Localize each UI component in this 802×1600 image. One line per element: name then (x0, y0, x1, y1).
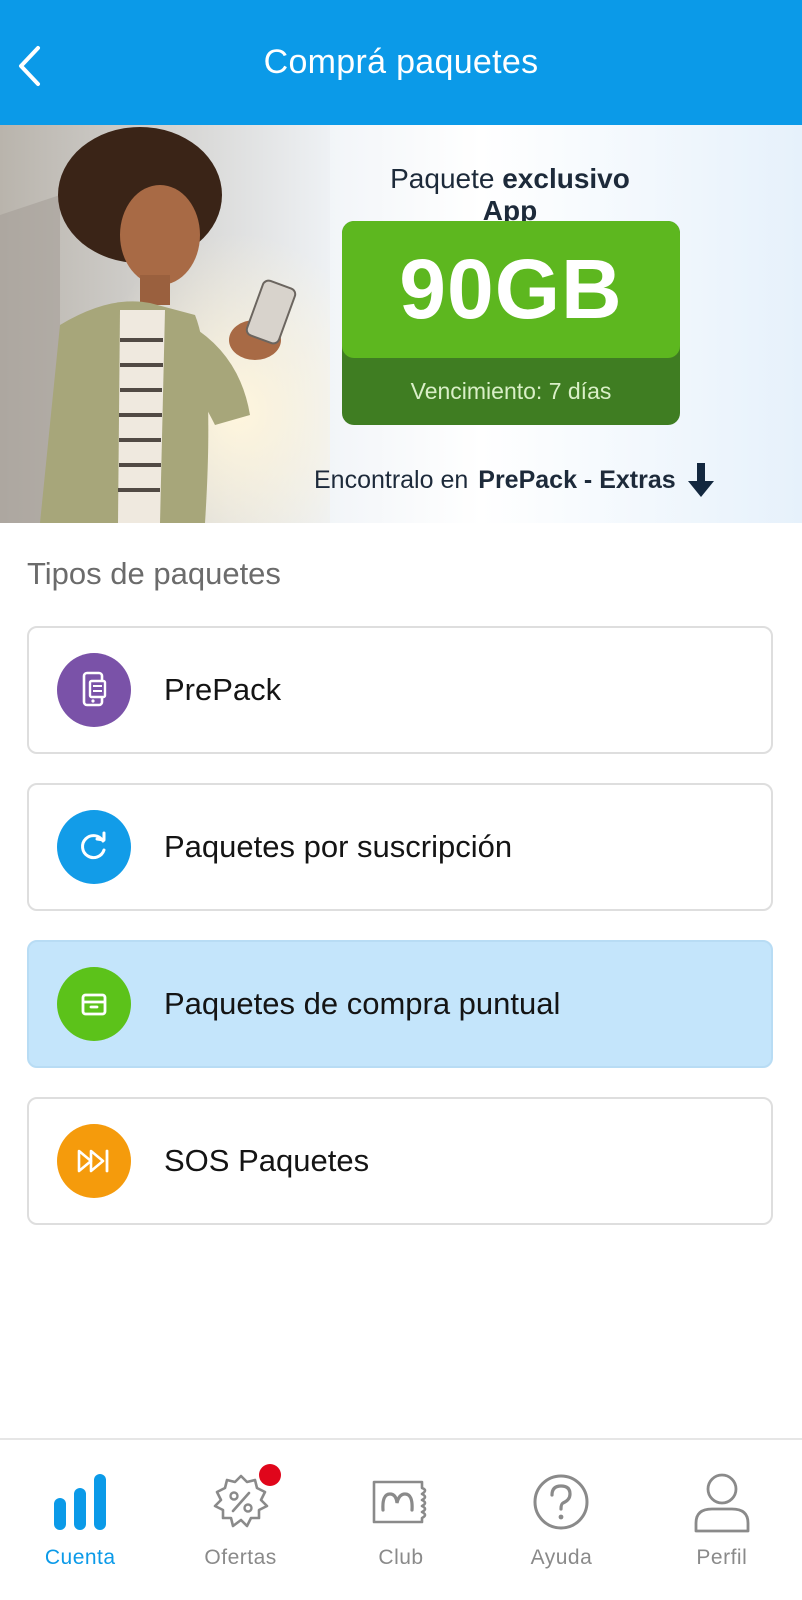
profile-icon (690, 1470, 754, 1534)
data-offer-card: 90GB Vencimiento: 7 días (342, 221, 680, 425)
refresh-icon (57, 810, 131, 884)
nav-label: Club (378, 1546, 424, 1569)
expiry-text: Vencimiento: 7 días (410, 378, 612, 404)
top-app-bar: Comprá paquetes (0, 0, 802, 125)
section-title: Tipos de paquetes (27, 556, 281, 591)
phone-document-icon (57, 653, 131, 727)
bar-chart-icon (48, 1470, 112, 1534)
bottom-navigation: Cuenta Ofertas Club Ayuda Perfil (0, 1438, 802, 1600)
data-amount: 90GB (399, 242, 623, 336)
woman-with-phone-photo (0, 125, 330, 523)
package-type-label: SOS Paquetes (164, 1143, 370, 1178)
nav-label: Ayuda (530, 1546, 593, 1569)
discount-badge-icon (209, 1464, 281, 1534)
banner-footer-prefix: Encontralo en (314, 465, 469, 494)
package-type-sos[interactable]: SOS Paquetes (27, 1097, 773, 1225)
box-icon (57, 967, 131, 1041)
nav-item-cuenta[interactable]: Cuenta (0, 1440, 160, 1600)
help-icon (529, 1470, 593, 1534)
nav-label: Ofertas (204, 1546, 277, 1569)
page-title: Comprá paquetes (263, 43, 539, 81)
arrow-down-icon (687, 463, 714, 497)
banner-heading-bold: exclusivo App (482, 163, 630, 226)
chevron-left-icon (19, 46, 40, 86)
banner-heading: Paquete exclusivo App (360, 163, 660, 227)
banner-footer: Encontralo en PrePack - Extras (314, 461, 734, 499)
fast-forward-icon (57, 1124, 131, 1198)
nav-label: Perfil (696, 1546, 748, 1569)
nav-item-perfil[interactable]: Perfil (642, 1440, 802, 1600)
package-type-subscription[interactable]: Paquetes por suscripción (27, 783, 773, 911)
package-type-prepack[interactable]: PrePack (27, 626, 773, 754)
nav-label: Cuenta (44, 1546, 116, 1569)
banner-heading-prefix: Paquete (390, 163, 495, 194)
back-button[interactable] (10, 46, 50, 86)
nav-item-ayuda[interactable]: Ayuda (481, 1440, 641, 1600)
package-type-label: PrePack (164, 672, 282, 707)
notification-dot (258, 1464, 281, 1486)
banner-footer-bold: PrePack - Extras (478, 465, 676, 494)
package-type-label: Paquetes de compra puntual (164, 986, 561, 1021)
nav-item-ofertas[interactable]: Ofertas (160, 1440, 320, 1600)
data-amount-panel: 90GB (342, 221, 680, 358)
package-type-label: Paquetes por suscripción (164, 829, 513, 864)
club-ticket-icon (369, 1470, 433, 1534)
promo-banner[interactable]: Paquete exclusivo App 90GB Vencimiento: … (0, 125, 802, 523)
nav-item-club[interactable]: Club (321, 1440, 481, 1600)
package-type-one-time[interactable]: Paquetes de compra puntual (27, 940, 773, 1068)
